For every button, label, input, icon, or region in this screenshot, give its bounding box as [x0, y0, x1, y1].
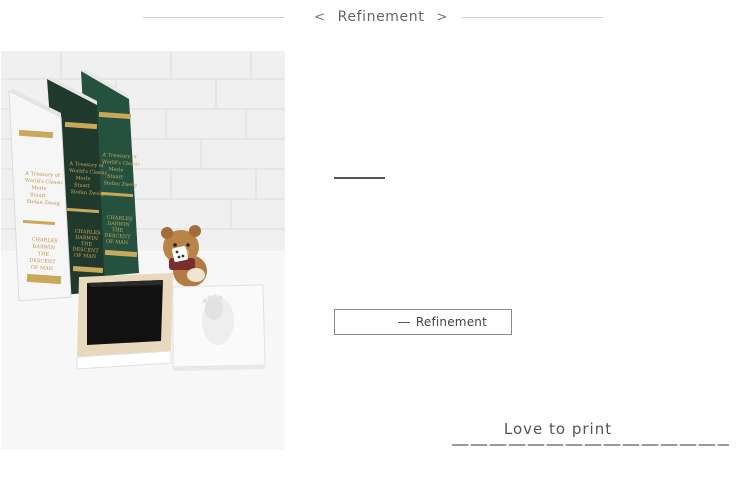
book-3-title-line-3: Merle [108, 167, 123, 174]
product-photo-illustration: A Treasury of World's Classic Merle Stua… [1, 51, 285, 450]
prev-arrow-icon[interactable]: < [314, 10, 326, 25]
refinement-button[interactable]: Refinement [334, 309, 512, 335]
accent-divider [334, 177, 385, 179]
header-divider-right [462, 17, 603, 18]
tagline-underline [452, 444, 729, 446]
book-1-spine-line-3: THE [38, 251, 50, 258]
book-3-title-line-4: Stuart [107, 173, 123, 180]
section-header: < Refinement > [300, 6, 462, 28]
refinement-button-label: Refinement [415, 315, 487, 329]
tagline: Love to print [503, 420, 613, 438]
shadow-box-frame [76, 273, 173, 370]
book-1-title-line-4: Stuart [30, 192, 46, 199]
book-1-title-line-3: Merle [31, 185, 46, 192]
product-photo: A Treasury of World's Classic Merle Stua… [1, 51, 285, 450]
dash-icon [397, 321, 410, 323]
header-divider-left [143, 17, 284, 18]
book-2-title-line-3: Merle [75, 175, 90, 182]
section-title: Refinement [337, 9, 425, 25]
next-arrow-icon[interactable]: > [436, 10, 448, 25]
footprint-cast [172, 284, 266, 371]
book-1: A Treasury of World's Classic Merle Stua… [8, 89, 72, 302]
book-2-title-line-4: Stuart [74, 182, 90, 189]
